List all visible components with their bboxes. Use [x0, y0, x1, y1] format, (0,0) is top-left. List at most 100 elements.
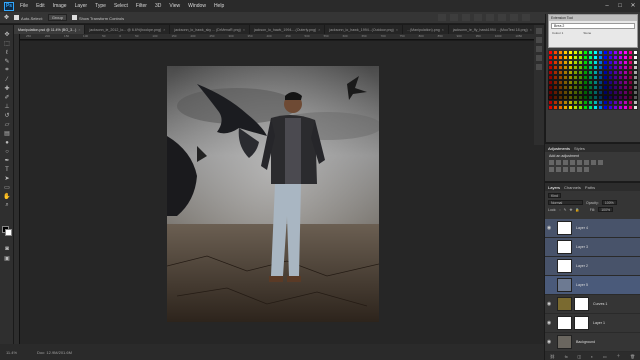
tab-adjustments[interactable]: Adjustments — [548, 146, 570, 151]
screen-mode-icon[interactable]: ▣ — [3, 255, 11, 262]
quick-select-tool-icon[interactable]: ✎ — [3, 58, 11, 65]
align-center-icon[interactable] — [486, 14, 494, 21]
tab-layers[interactable]: Layers — [548, 185, 560, 190]
brightness-icon[interactable] — [549, 160, 554, 165]
levels-icon[interactable] — [556, 160, 561, 165]
layer-row[interactable]: ◉ Layer 4 — [545, 219, 640, 238]
menu-view[interactable]: View — [169, 3, 180, 9]
link-layers-icon[interactable]: ⛓ — [550, 354, 555, 359]
document-tab[interactable]: jacksonn_le_fly_hawk1994 ...(MooTest 18.… — [449, 25, 537, 34]
black-white-icon[interactable] — [598, 160, 603, 165]
close-tab-icon[interactable]: × — [163, 28, 165, 32]
align-middle-icon[interactable] — [450, 14, 458, 21]
zoom-level[interactable]: 11.4% — [6, 350, 17, 355]
opacity-field[interactable]: 100% — [601, 200, 617, 205]
hue-saturation-icon[interactable] — [584, 160, 589, 165]
paragraph-panel-icon[interactable] — [536, 64, 542, 70]
gradient-map-icon[interactable] — [584, 167, 589, 172]
close-tab-icon[interactable]: × — [442, 28, 444, 32]
document-tab[interactable]: jacksonn_le_2012_lo... @ 6.6%(bookpe.png… — [85, 25, 171, 34]
document-tab[interactable]: jacksonn_lo_hawk_1994...(Outdoor.png) × — [325, 25, 403, 34]
close-tab-icon[interactable]: × — [396, 28, 398, 32]
layer-row[interactable]: Layer 2 — [545, 257, 640, 276]
layer-row[interactable]: Layer 5 — [545, 276, 640, 295]
exposure-icon[interactable] — [570, 160, 575, 165]
brush-tool-icon[interactable]: ✐ — [3, 94, 11, 101]
new-group-icon[interactable]: ▭ — [603, 354, 607, 359]
align-left-icon[interactable] — [474, 14, 482, 21]
layer-row[interactable]: ◉ Background — [545, 333, 640, 352]
invert-icon[interactable] — [563, 167, 568, 172]
align-top-icon[interactable] — [438, 14, 446, 21]
document-canvas[interactable] — [167, 66, 379, 322]
menu-3d[interactable]: 3D — [155, 3, 161, 9]
new-adjustment-icon[interactable]: ◐ — [591, 354, 593, 359]
posterize-icon[interactable] — [570, 167, 575, 172]
document-tab[interactable]: jackson_lo_hawk_1994-...(Outerly.png) × — [250, 25, 326, 34]
layer-row[interactable]: ◉ Layer 1 — [545, 314, 640, 333]
add-mask-icon[interactable]: ◫ — [577, 354, 581, 359]
quick-mask-icon[interactable]: ◙ — [3, 245, 11, 252]
3d-mode-icon[interactable] — [522, 14, 530, 21]
lock-icons[interactable]: ▫ ✎ ✥ 🔒 — [559, 208, 580, 212]
blur-tool-icon[interactable]: ● — [3, 139, 11, 146]
menu-type[interactable]: Type — [95, 3, 106, 9]
menu-help[interactable]: Help — [214, 3, 224, 9]
channel-mixer-icon[interactable] — [556, 167, 561, 172]
tab-styles[interactable]: Styles — [574, 146, 585, 151]
tab-paths[interactable]: Paths — [585, 185, 595, 190]
move-tool-icon[interactable]: ✥ — [4, 14, 9, 21]
menu-image[interactable]: Image — [53, 3, 67, 9]
menu-edit[interactable]: Edit — [36, 3, 45, 9]
maximize-icon[interactable]: □ — [615, 1, 625, 10]
curves-icon[interactable] — [563, 160, 568, 165]
healing-brush-tool-icon[interactable]: ✚ — [3, 85, 11, 92]
lasso-tool-icon[interactable]: ℓ — [3, 49, 11, 56]
color-swatch[interactable] — [633, 105, 638, 110]
info-panel-icon[interactable] — [536, 46, 542, 52]
menu-filter[interactable]: Filter — [136, 3, 147, 9]
layer-filter-dropdown[interactable]: Kind — [548, 193, 562, 198]
type-tool-icon[interactable]: T — [3, 166, 11, 173]
threshold-icon[interactable] — [577, 167, 582, 172]
popup-select[interactable]: Brea 2 — [551, 23, 635, 29]
show-transform-checkbox[interactable]: Show Transform Controls — [71, 14, 124, 21]
zoom-tool-icon[interactable]: ⌕ — [3, 202, 11, 209]
close-tab-icon[interactable]: × — [243, 28, 245, 32]
character-panel-icon[interactable] — [536, 55, 542, 61]
auto-select-dropdown[interactable]: Group — [47, 14, 67, 21]
path-select-tool-icon[interactable]: ➤ — [3, 175, 11, 182]
layer-row[interactable]: ◉ Curves 1 — [545, 295, 640, 314]
eyedropper-tool-icon[interactable]: ⁄ — [3, 76, 11, 83]
align-right-icon[interactable] — [498, 14, 506, 21]
menu-select[interactable]: Select — [114, 3, 128, 9]
close-tab-icon[interactable]: × — [78, 28, 80, 32]
history-brush-tool-icon[interactable]: ↺ — [3, 112, 11, 119]
marquee-tool-icon[interactable]: ⬚ — [3, 40, 11, 47]
document-tab[interactable]: jacksonn_lo_hawk_sky ... (DrMenaR.png) × — [170, 25, 250, 34]
crop-tool-icon[interactable]: ⌗ — [3, 67, 11, 74]
tab-channels[interactable]: Channels — [564, 185, 581, 190]
menu-window[interactable]: Window — [188, 3, 206, 9]
fill-field[interactable]: 100% — [598, 207, 614, 212]
eye-icon[interactable]: ◉ — [545, 301, 553, 307]
layer-row[interactable]: Layer 3 — [545, 238, 640, 257]
hand-tool-icon[interactable]: ✋ — [3, 193, 11, 200]
menu-layer[interactable]: Layer — [75, 3, 88, 9]
new-layer-icon[interactable]: ＋ — [616, 353, 620, 359]
close-tab-icon[interactable]: × — [530, 28, 532, 32]
dodge-tool-icon[interactable]: ○ — [3, 148, 11, 155]
rectangle-tool-icon[interactable]: ▭ — [3, 184, 11, 191]
distribute-icon[interactable] — [510, 14, 518, 21]
close-icon[interactable]: ✕ — [628, 1, 638, 10]
document-tab[interactable]: Manipulation.psd @ 11.4% (BG_3...) × — [14, 25, 86, 34]
canvas-area[interactable] — [20, 41, 544, 344]
gradient-tool-icon[interactable]: ▤ — [3, 130, 11, 137]
properties-panel-icon[interactable] — [536, 37, 542, 43]
blend-mode-dropdown[interactable]: Normal — [548, 200, 583, 205]
minimize-icon[interactable]: – — [602, 1, 612, 10]
delete-layer-icon[interactable]: 🗑 — [630, 354, 635, 359]
close-tab-icon[interactable]: × — [318, 28, 320, 32]
clone-stamp-tool-icon[interactable]: ⊥ — [3, 103, 11, 110]
document-tab[interactable]: ...(Manipulation).png × — [403, 25, 449, 34]
